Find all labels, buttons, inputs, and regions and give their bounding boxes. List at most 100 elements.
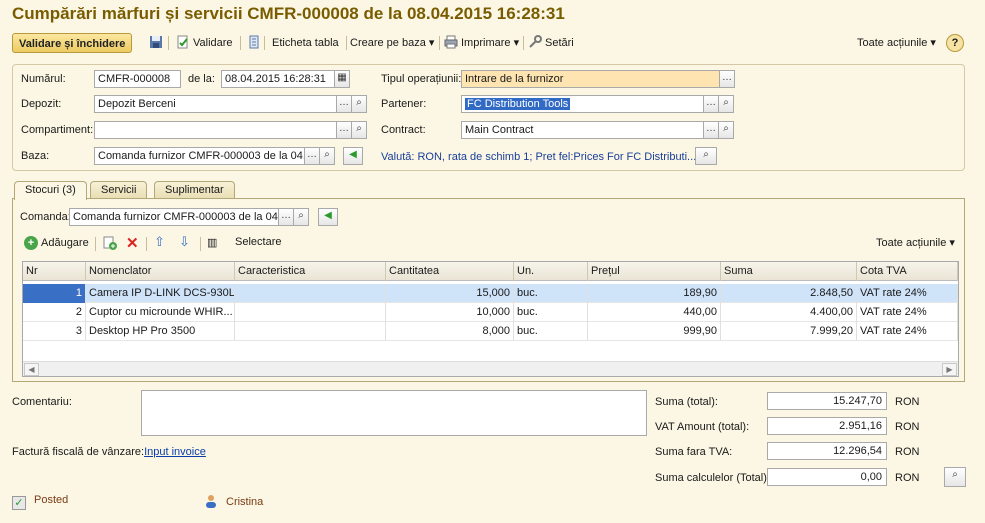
barcode-icon[interactable]: ▥ [207,236,217,249]
warehouse-label: Depozit: [21,98,62,110]
user-icon [205,494,217,508]
col-quantity[interactable]: Cantitatea [386,262,514,281]
col-vat[interactable]: Cota TVA [857,262,958,281]
horizontal-scrollbar[interactable]: ◀ ▶ [23,361,958,376]
contract-field[interactable]: Main Contract [461,121,704,139]
partner-label: Partener: [381,98,427,110]
vat-label: VAT Amount (total): [655,421,750,433]
search-icon[interactable]: ⌕ [351,121,367,139]
cell-vat[interactable]: VAT rate 24% [857,322,958,341]
list-icon[interactable] [245,33,266,53]
scroll-left-icon[interactable]: ◀ [24,363,39,376]
all-actions-menu[interactable]: Toate acțiunile ▾ [855,33,938,53]
grid-all-actions-menu[interactable]: Toate acțiunile ▾ [876,236,955,249]
col-nr[interactable]: Nr [23,262,86,281]
all-actions-label: Toate acțiunile [857,37,928,49]
vat-currency: RON [895,421,920,433]
search-icon[interactable]: ⌕ [293,208,309,226]
help-button[interactable]: ? [946,34,964,52]
tab-stocks[interactable]: Stocuri (3) [14,181,87,200]
optype-label: Tipul operațiunii: [381,73,462,85]
cell-price[interactable]: 189,90 [588,284,721,303]
partner-field[interactable]: FC Distribution Tools [461,95,704,113]
cell-item[interactable]: Camera IP D-LINK DCS-930L [86,284,235,303]
table-row[interactable]: 1 Camera IP D-LINK DCS-930L 15,000 buc. … [23,284,958,303]
warehouse-field[interactable]: Depozit Berceni [94,95,337,113]
cell-unit[interactable]: buc. [514,284,588,303]
copy-row-icon[interactable] [102,235,118,251]
date-label: de la: [188,73,215,85]
cell-sum[interactable]: 2.848,50 [721,284,857,303]
date-field[interactable]: 08.04.2015 16:28:31 [221,70,335,88]
arrow-down-icon[interactable]: ⇩ [179,234,190,250]
order-field[interactable]: Comanda furnizor CMFR-000003 de la 04.0 [69,208,279,226]
col-unit[interactable]: Un. [514,262,588,281]
col-sum[interactable]: Suma [721,262,857,281]
search-icon[interactable]: ⌕ [718,95,734,113]
col-characteristic[interactable]: Caracteristica [235,262,386,281]
cell-unit[interactable]: buc. [514,322,588,341]
col-item[interactable]: Nomenclator [86,262,235,281]
cell-quantity[interactable]: 15,000 [386,284,514,303]
currency-info[interactable]: Valută: RON, rata de schimb 1; Pret fel:… [381,151,696,163]
calc-field: 0,00 [767,468,887,486]
comment-field[interactable] [141,390,647,436]
number-field[interactable]: CMFR-000008 [94,70,181,88]
user-info: Cristina [205,494,263,508]
cell-price[interactable]: 999,90 [588,322,721,341]
print-button[interactable]: Imprimare ▾ [442,33,521,53]
label-table-button[interactable]: Eticheta tabla [270,33,341,53]
calendar-icon[interactable]: ▦ [334,70,350,88]
select-button[interactable]: Selectare [235,236,281,248]
cell-vat[interactable]: VAT rate 24% [857,303,958,322]
search-icon[interactable]: ⌕ [319,147,335,165]
search-icon[interactable]: ⌕ [718,121,734,139]
cell-sum[interactable]: 4.400,00 [721,303,857,322]
scroll-right-icon[interactable]: ▶ [942,363,957,376]
optype-select-button[interactable]: … [719,70,735,88]
status-badge: ✓ Posted [12,494,68,510]
add-button[interactable]: + Adăugare [24,234,89,252]
arrow-up-icon[interactable]: ⇧ [154,234,165,250]
col-price[interactable]: Prețul [588,262,721,281]
fill-from-base-icon[interactable]: ◀ [343,147,363,165]
cell-quantity[interactable]: 10,000 [386,303,514,322]
cell-sum[interactable]: 7.999,20 [721,322,857,341]
table-row[interactable]: 3 Desktop HP Pro 3500 8,000 buc. 999,90 … [23,322,958,341]
partner-value: FC Distribution Tools [465,98,571,110]
department-select-button[interactable]: … [336,121,352,139]
cell-characteristic[interactable] [235,322,386,341]
cell-item[interactable]: Desktop HP Pro 3500 [86,322,235,341]
cell-characteristic[interactable] [235,303,386,322]
invoice-link[interactable]: Input invoice [144,446,206,458]
cell-item[interactable]: Cuptor cu microunde WHIR... [86,303,235,322]
cell-nr: 3 [23,322,86,341]
search-icon[interactable]: ⌕ [351,95,367,113]
save-icon[interactable] [147,33,168,53]
create-based-button[interactable]: Creare pe baza ▾ [348,33,436,53]
search-icon[interactable]: ⌕ [695,147,717,165]
partner-select-button[interactable]: … [703,95,719,113]
cell-quantity[interactable]: 8,000 [386,322,514,341]
save-close-button[interactable]: Validare și închidere [12,33,133,53]
cell-vat[interactable]: VAT rate 24% [857,284,958,303]
tab-services[interactable]: Servicii [90,181,148,199]
settings-button[interactable]: Setări [526,33,576,53]
tab-additional[interactable]: Suplimentar [154,181,235,199]
optype-field[interactable]: Intrare de la furnizor [461,70,720,88]
fill-from-order-icon[interactable]: ◀ [318,208,338,226]
base-select-button[interactable]: … [304,147,320,165]
department-field[interactable] [94,121,337,139]
base-field[interactable]: Comanda furnizor CMFR-000003 de la 04.0 [94,147,305,165]
validate-button[interactable]: Validare [174,33,235,53]
search-icon[interactable]: ⌕ [944,467,966,487]
delete-icon[interactable]: ✕ [126,234,139,252]
warehouse-select-button[interactable]: … [336,95,352,113]
contract-select-button[interactable]: … [703,121,719,139]
calc-label: Suma calculelor (Total): [655,472,770,484]
cell-price[interactable]: 440,00 [588,303,721,322]
cell-unit[interactable]: buc. [514,303,588,322]
table-row[interactable]: 2 Cuptor cu microunde WHIR... 10,000 buc… [23,303,958,322]
order-select-button[interactable]: … [278,208,294,226]
cell-characteristic[interactable] [235,284,386,303]
